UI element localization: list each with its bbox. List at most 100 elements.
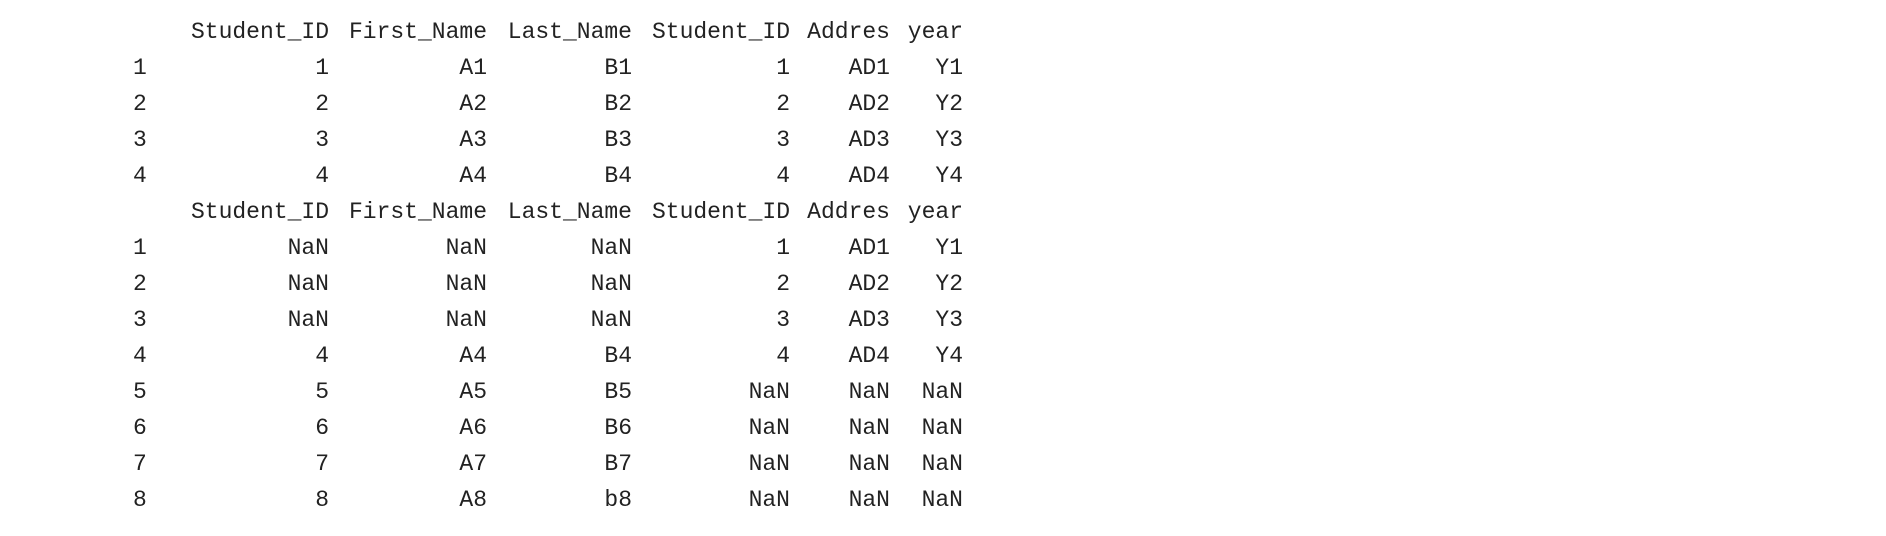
cell-last-name: B1 [604, 55, 632, 81]
cell-first-name: A5 [459, 379, 487, 405]
cell-student-id-2: 3 [776, 307, 790, 333]
cell-year: Y4 [935, 163, 963, 189]
header-student-id-2: Student_ID [651, 199, 790, 225]
row-index: 2 [133, 91, 147, 117]
table-row: 4 4 A4 B4 4 AD4 Y4 [133, 158, 963, 194]
table-row: 1 NaN NaN NaN 1 AD1 Y1 [133, 230, 963, 266]
cell-last-name: B6 [604, 415, 632, 441]
header-student-id: Student_ID [190, 19, 329, 45]
cell-year: Y1 [935, 235, 963, 261]
cell-student-id: NaN [287, 271, 329, 297]
cell-last-name: B4 [604, 343, 632, 369]
header-index [133, 14, 171, 50]
cell-addres: AD3 [848, 307, 890, 333]
table-row: 4 4 A4 B4 4 AD4 Y4 [133, 338, 963, 374]
cell-student-id: 2 [315, 91, 329, 117]
cell-student-id-2: 1 [776, 55, 790, 81]
row-index: 6 [133, 415, 147, 441]
table-row: 3 3 A3 B3 3 AD3 Y3 [133, 122, 963, 158]
cell-year: Y3 [935, 127, 963, 153]
cell-student-id: 6 [315, 415, 329, 441]
cell-first-name: A8 [459, 487, 487, 513]
row-index: 5 [133, 379, 147, 405]
cell-last-name: B7 [604, 451, 632, 477]
cell-student-id-2: 4 [776, 343, 790, 369]
header-last-name: Last_Name [507, 19, 632, 45]
table-row: 8 8 A8 b8 NaN NaN NaN [133, 482, 963, 518]
cell-first-name: A1 [459, 55, 487, 81]
cell-addres: AD1 [848, 55, 890, 81]
table-row: 7 7 A7 B7 NaN NaN NaN [133, 446, 963, 482]
cell-student-id: 8 [315, 487, 329, 513]
table-2-header: Student_ID First_Name Last_Name Student_… [133, 194, 963, 230]
cell-student-id-2: 2 [776, 271, 790, 297]
cell-addres: AD4 [848, 163, 890, 189]
cell-student-id-2: NaN [748, 451, 790, 477]
header-student-id: Student_ID [190, 199, 329, 225]
cell-addres: AD1 [848, 235, 890, 261]
cell-addres: AD2 [848, 91, 890, 117]
cell-student-id-2: 3 [776, 127, 790, 153]
cell-last-name: NaN [590, 235, 632, 261]
header-student-id-2: Student_ID [651, 19, 790, 45]
cell-year: NaN [921, 451, 963, 477]
table-row: 2 2 A2 B2 2 AD2 Y2 [133, 86, 963, 122]
cell-first-name: A6 [459, 415, 487, 441]
cell-first-name: A3 [459, 127, 487, 153]
cell-first-name: NaN [445, 235, 487, 261]
table-row: 3 NaN NaN NaN 3 AD3 Y3 [133, 302, 963, 338]
header-index [133, 194, 171, 230]
table-1-header: Student_ID First_Name Last_Name Student_… [133, 14, 963, 50]
cell-first-name: NaN [445, 271, 487, 297]
cell-addres: AD4 [848, 343, 890, 369]
cell-addres: NaN [848, 487, 890, 513]
cell-last-name: B2 [604, 91, 632, 117]
header-addres: Addres [807, 19, 890, 45]
cell-first-name: A2 [459, 91, 487, 117]
cell-year: Y1 [935, 55, 963, 81]
cell-student-id: 3 [315, 127, 329, 153]
cell-year: NaN [921, 415, 963, 441]
cell-last-name: NaN [590, 271, 632, 297]
cell-first-name: A4 [459, 343, 487, 369]
row-index: 1 [133, 235, 147, 261]
row-index: 4 [133, 163, 147, 189]
cell-student-id-2: NaN [748, 379, 790, 405]
cell-addres: NaN [848, 415, 890, 441]
row-index: 1 [133, 55, 147, 81]
cell-student-id-2: 1 [776, 235, 790, 261]
header-first-name: First_Name [348, 199, 487, 225]
row-index: 3 [133, 127, 147, 153]
cell-year: Y2 [935, 91, 963, 117]
cell-last-name: B5 [604, 379, 632, 405]
dataframe-output: Student_ID First_Name Last_Name Student_… [133, 14, 963, 518]
table-row: 1 1 A1 B1 1 AD1 Y1 [133, 50, 963, 86]
cell-year: Y2 [935, 271, 963, 297]
cell-year: Y3 [935, 307, 963, 333]
table-row: 2 NaN NaN NaN 2 AD2 Y2 [133, 266, 963, 302]
cell-student-id-2: NaN [748, 487, 790, 513]
cell-addres: AD3 [848, 127, 890, 153]
cell-student-id: 4 [315, 163, 329, 189]
cell-first-name: A4 [459, 163, 487, 189]
cell-addres: AD2 [848, 271, 890, 297]
cell-student-id-2: 2 [776, 91, 790, 117]
cell-student-id: 5 [315, 379, 329, 405]
cell-student-id: 7 [315, 451, 329, 477]
cell-last-name: B3 [604, 127, 632, 153]
cell-student-id: 4 [315, 343, 329, 369]
cell-last-name: b8 [604, 487, 632, 513]
row-index: 3 [133, 307, 147, 333]
cell-year: NaN [921, 487, 963, 513]
cell-student-id-2: NaN [748, 415, 790, 441]
row-index: 7 [133, 451, 147, 477]
row-index: 2 [133, 271, 147, 297]
cell-addres: NaN [848, 379, 890, 405]
cell-first-name: NaN [445, 307, 487, 333]
cell-student-id-2: 4 [776, 163, 790, 189]
cell-year: NaN [921, 379, 963, 405]
cell-addres: NaN [848, 451, 890, 477]
header-last-name: Last_Name [507, 199, 632, 225]
cell-student-id: NaN [287, 235, 329, 261]
cell-student-id: NaN [287, 307, 329, 333]
